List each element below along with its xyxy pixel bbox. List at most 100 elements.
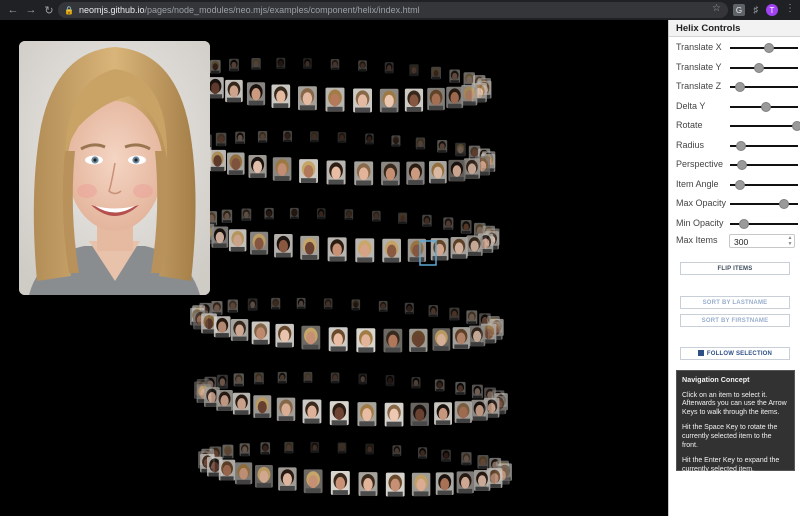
sort-by-lastname-button[interactable]: SORT BY LASTNAME: [680, 296, 790, 309]
helix-item[interactable]: [365, 133, 374, 145]
helix-item[interactable]: [409, 64, 419, 77]
helix-item[interactable]: [455, 381, 466, 395]
expanded-item-card[interactable]: [19, 41, 210, 295]
helix-item[interactable]: [357, 402, 377, 427]
helix-item[interactable]: [278, 467, 297, 491]
helix-item[interactable]: [477, 454, 489, 469]
spin-down-icon[interactable]: ▼: [786, 241, 794, 247]
helix-item[interactable]: [250, 231, 269, 255]
puzzle-icon[interactable]: ♯: [750, 4, 762, 16]
helix-item[interactable]: [358, 373, 368, 385]
helix-item[interactable]: [435, 472, 454, 496]
helix-item[interactable]: [303, 371, 313, 383]
helix-item[interactable]: [253, 395, 272, 419]
helix-item[interactable]: [310, 131, 319, 143]
helix-item[interactable]: [300, 235, 320, 260]
slider-thumb[interactable]: [779, 199, 790, 209]
helix-item[interactable]: [411, 377, 421, 389]
helix-item[interactable]: [434, 379, 445, 392]
slider-thumb[interactable]: [753, 62, 764, 73]
helix-item[interactable]: [427, 87, 445, 111]
helix-item[interactable]: [276, 57, 286, 70]
helix-item[interactable]: [449, 307, 460, 321]
helix-item[interactable]: [437, 140, 448, 153]
helix-item[interactable]: [392, 445, 402, 457]
helix-item[interactable]: [432, 328, 451, 351]
helix-item[interactable]: [303, 469, 323, 494]
helix-item[interactable]: [365, 443, 374, 455]
helix-item[interactable]: [275, 323, 294, 348]
helix-item[interactable]: [216, 374, 228, 389]
helix-item[interactable]: [241, 208, 252, 221]
checkbox-icon[interactable]: [697, 349, 704, 356]
helix-item[interactable]: [251, 321, 270, 345]
slider-thumb[interactable]: [734, 179, 745, 190]
helix-item[interactable]: [299, 159, 318, 183]
kebab-menu-icon[interactable]: ⋮: [785, 3, 795, 14]
helix-item[interactable]: [404, 302, 414, 315]
helix-item[interactable]: [225, 79, 243, 103]
helix-item[interactable]: [471, 384, 483, 399]
helix-item[interactable]: [326, 160, 346, 185]
helix-item[interactable]: [271, 297, 281, 310]
slider-track[interactable]: [730, 125, 798, 127]
helix-item[interactable]: [271, 84, 291, 109]
helix-item[interactable]: [411, 472, 431, 497]
helix-item[interactable]: [272, 157, 292, 181]
helix-item[interactable]: [301, 325, 321, 350]
helix-item[interactable]: [461, 85, 478, 106]
helix-item[interactable]: [454, 401, 472, 424]
helix-item[interactable]: [406, 161, 425, 185]
slider-thumb[interactable]: [737, 160, 748, 170]
helix-item[interactable]: [323, 298, 333, 310]
helix-item[interactable]: [283, 130, 292, 143]
helix-item[interactable]: [215, 132, 227, 147]
helix-item[interactable]: [410, 402, 429, 427]
forward-arrow-icon[interactable]: →: [22, 0, 40, 20]
reload-icon[interactable]: ↻: [40, 0, 58, 20]
helix-item[interactable]: [277, 371, 287, 384]
helix-item[interactable]: [228, 229, 247, 252]
helix-item[interactable]: [303, 58, 312, 70]
helix-item[interactable]: [235, 131, 246, 145]
helix-item[interactable]: [274, 234, 293, 258]
helix-item[interactable]: [371, 210, 381, 222]
helix-item[interactable]: [213, 316, 231, 338]
helix-item[interactable]: [407, 238, 427, 262]
helix-item[interactable]: [449, 69, 461, 83]
helix-item[interactable]: [355, 238, 375, 263]
helix-item[interactable]: [233, 373, 244, 387]
slider-track[interactable]: [730, 66, 798, 69]
helix-item[interactable]: [382, 238, 402, 263]
helix-item[interactable]: [441, 449, 451, 462]
helix-item[interactable]: [276, 397, 296, 421]
helix-item[interactable]: [429, 161, 447, 184]
helix-item[interactable]: [327, 237, 347, 262]
helix-item[interactable]: [222, 444, 234, 459]
helix-item[interactable]: [330, 372, 340, 384]
helix-stage[interactable]: [0, 20, 668, 516]
helix-item[interactable]: [211, 226, 229, 248]
helix-item[interactable]: [316, 208, 326, 220]
helix-item[interactable]: [257, 130, 268, 143]
helix-item[interactable]: [227, 152, 245, 175]
helix-item[interactable]: [473, 469, 491, 491]
helix-item[interactable]: [351, 299, 361, 311]
helix-item[interactable]: [431, 66, 442, 80]
helix-item[interactable]: [385, 472, 405, 497]
helix-item[interactable]: [211, 300, 223, 316]
helix-item[interactable]: [302, 399, 322, 424]
helix-item[interactable]: [216, 389, 233, 411]
helix-item[interactable]: [358, 60, 367, 72]
helix-item[interactable]: [221, 209, 233, 223]
helix-item[interactable]: [460, 220, 472, 234]
helix-item[interactable]: [218, 459, 236, 481]
helix-item[interactable]: [337, 132, 347, 143]
helix-item[interactable]: [260, 442, 271, 455]
helix-item[interactable]: [330, 59, 340, 70]
helix-item[interactable]: [381, 161, 400, 186]
helix-item[interactable]: [310, 441, 320, 453]
helix-item[interactable]: [384, 62, 394, 74]
helix-item[interactable]: [284, 441, 294, 454]
flip-items-button[interactable]: FLIP ITEMS: [680, 262, 790, 275]
